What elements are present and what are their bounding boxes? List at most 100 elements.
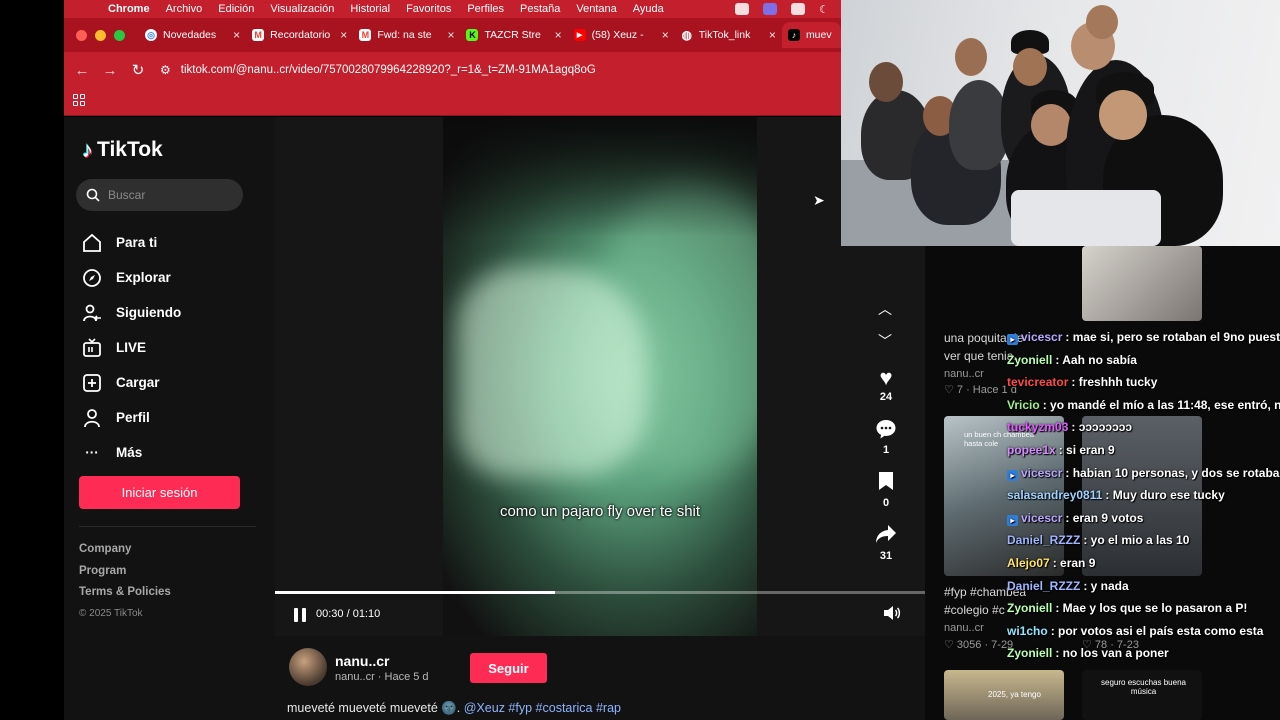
sidebar-item-cargar[interactable]: Cargar [82, 365, 181, 400]
menu-pestana[interactable]: Pestaña [520, 3, 560, 15]
sidebar-item-perfil[interactable]: Perfil [82, 400, 181, 435]
tiktok-icon: ♪ [787, 29, 800, 41]
author-meta: nanu..cr · Hace 5 d [335, 671, 429, 683]
video-subtitle: como un pajaro fly over te shit [499, 503, 701, 520]
comment-button[interactable]: 1 [866, 418, 906, 471]
chat-text: : no los van a poner [1055, 646, 1169, 661]
author-avatar[interactable] [289, 648, 327, 686]
save-button[interactable]: 0 [866, 471, 906, 524]
tab-4[interactable]: K TAZCR Stre × [460, 22, 567, 48]
url-field[interactable]: ⚙ tiktok.com/@nanu..cr/video/75700280799… [160, 57, 596, 83]
chat-username: vicescr [1021, 330, 1063, 344]
address-bar: ← → ↻ ⚙ tiktok.com/@nanu..cr/video/75700… [64, 52, 841, 88]
user-badge-icon: ▸ [1007, 334, 1018, 345]
video-player[interactable]: como un pajaro fly over te shit ︿ ﹀ ♥ 24… [275, 117, 925, 636]
tab-3[interactable]: M Fwd: na ste × [353, 22, 460, 48]
menu-edicion[interactable]: Edición [218, 3, 254, 15]
gmail-icon: M [252, 29, 265, 41]
description-tags[interactable]: @Xeuz #fyp #costarica #rap [464, 701, 621, 715]
home-icon [82, 233, 102, 253]
status-icon-1[interactable] [735, 3, 750, 15]
footer-link-company[interactable]: Company [79, 543, 171, 565]
tab-1[interactable]: ◎ Novedades × [139, 22, 246, 48]
mouse-cursor-icon: ➤ [813, 192, 825, 208]
moon-icon[interactable]: ☾ [819, 3, 829, 16]
feed-thumb-4[interactable]: 2025, ya tengo [944, 670, 1064, 720]
share-button[interactable]: 31 [866, 524, 906, 577]
like-count: 24 [879, 391, 893, 403]
tab-label: Novedades [163, 29, 217, 41]
tab-5[interactable]: ▶ (58) Xeuz - × [568, 22, 675, 48]
search-input[interactable]: Buscar [76, 179, 243, 211]
menu-ventana[interactable]: Ventana [576, 3, 616, 15]
close-tab-icon[interactable]: × [662, 28, 669, 42]
chevron-up-icon[interactable]: ︿ [878, 299, 892, 319]
tab-2[interactable]: M Recordatorio × [246, 22, 353, 48]
volume-icon[interactable] [883, 605, 901, 626]
url-text[interactable]: tiktok.com/@nanu..cr/video/7570028079964… [181, 64, 596, 76]
chat-username: tevicreator [1007, 375, 1069, 390]
feed-thumb-5-text: seguro escuchas buena música [1101, 678, 1186, 696]
comment-count: 1 [882, 444, 890, 456]
sidebar-item-siguiendo[interactable]: Siguiendo [82, 295, 181, 330]
video-frame[interactable] [443, 117, 757, 636]
video-progress-bar[interactable] [275, 591, 925, 594]
reload-icon[interactable]: ↻ [124, 61, 152, 79]
more-icon: ··· [85, 445, 99, 460]
zoom-window-button[interactable] [114, 29, 125, 41]
chat-text: : yo el mio a las 10 [1083, 533, 1190, 548]
chat-message: Vricio: yo mandé el mío a las 11:48, ese… [1007, 398, 1280, 421]
close-tab-icon[interactable]: × [340, 28, 347, 42]
tab-6[interactable]: ◍ TikTok_link × [675, 22, 782, 48]
menu-ayuda[interactable]: Ayuda [633, 3, 664, 15]
menu-visualizacion[interactable]: Visualización [270, 3, 334, 15]
chat-text: : eran 9 votos [1065, 510, 1144, 525]
forward-icon[interactable]: → [96, 62, 124, 79]
sidebar-item-para-ti[interactable]: Para ti [82, 225, 181, 260]
menu-favoritos[interactable]: Favoritos [406, 3, 451, 15]
heart-icon: ♥ [879, 365, 893, 390]
site-settings-icon[interactable]: ⚙ [160, 63, 171, 77]
close-tab-icon[interactable]: × [555, 28, 562, 42]
footer-link-terms[interactable]: Terms & Policies [79, 586, 171, 608]
author-name[interactable]: nanu..cr [335, 653, 389, 669]
chat-message: wi1cho: por votos asi el país esta como … [1007, 624, 1280, 647]
chat-message: Daniel_RZZZ: yo el mio a las 10 [1007, 533, 1280, 556]
login-button[interactable]: Iniciar sesión [79, 476, 240, 509]
feed-thumb-1[interactable] [1082, 246, 1202, 321]
feed-thumb-5[interactable]: seguro escuchas buena música [1082, 670, 1202, 720]
back-icon[interactable]: ← [68, 62, 96, 79]
minimize-window-button[interactable] [95, 29, 106, 41]
menu-perfiles[interactable]: Perfiles [467, 3, 504, 15]
close-tab-icon[interactable]: × [769, 28, 776, 42]
feed-author-1[interactable]: nanu..cr [944, 368, 984, 380]
person-8-head [1086, 5, 1118, 39]
chevron-down-icon[interactable]: ﹀ [878, 331, 892, 351]
tiktok-logo[interactable]: ♪ TikTok [82, 137, 163, 163]
sidebar-item-explorar[interactable]: Explorar [82, 260, 181, 295]
compass-icon [82, 268, 102, 288]
sidebar-item-mas[interactable]: ··· Más [82, 435, 181, 470]
follow-button[interactable]: Seguir [470, 653, 547, 683]
close-window-button[interactable] [76, 29, 87, 41]
sidebar-item-label: Para ti [116, 235, 158, 250]
feed-author-2[interactable]: nanu..cr [944, 622, 984, 634]
tab-7-active[interactable]: ♪ muev [781, 22, 842, 48]
close-tab-icon[interactable]: × [447, 28, 454, 42]
menu-chrome[interactable]: Chrome [108, 3, 150, 15]
globe-icon: ◍ [681, 28, 693, 42]
sidebar-item-live[interactable]: LIVE [82, 330, 181, 365]
menu-historial[interactable]: Historial [350, 3, 390, 15]
close-tab-icon[interactable]: × [233, 28, 240, 42]
chat-username: Zyoniell [1007, 352, 1053, 367]
like-button[interactable]: ♥ 24 [866, 365, 906, 418]
pause-icon[interactable] [294, 608, 306, 622]
share-arrow-icon [875, 524, 897, 550]
status-icon-3[interactable] [791, 3, 806, 15]
chat-message: Zyoniell: Aah no sabía [1007, 353, 1280, 376]
footer-link-program[interactable]: Program [79, 565, 171, 587]
apps-grid-icon[interactable] [73, 94, 85, 106]
menu-archivo[interactable]: Archivo [166, 3, 203, 15]
kick-icon: K [466, 29, 479, 41]
screen-record-icon[interactable] [763, 3, 778, 15]
